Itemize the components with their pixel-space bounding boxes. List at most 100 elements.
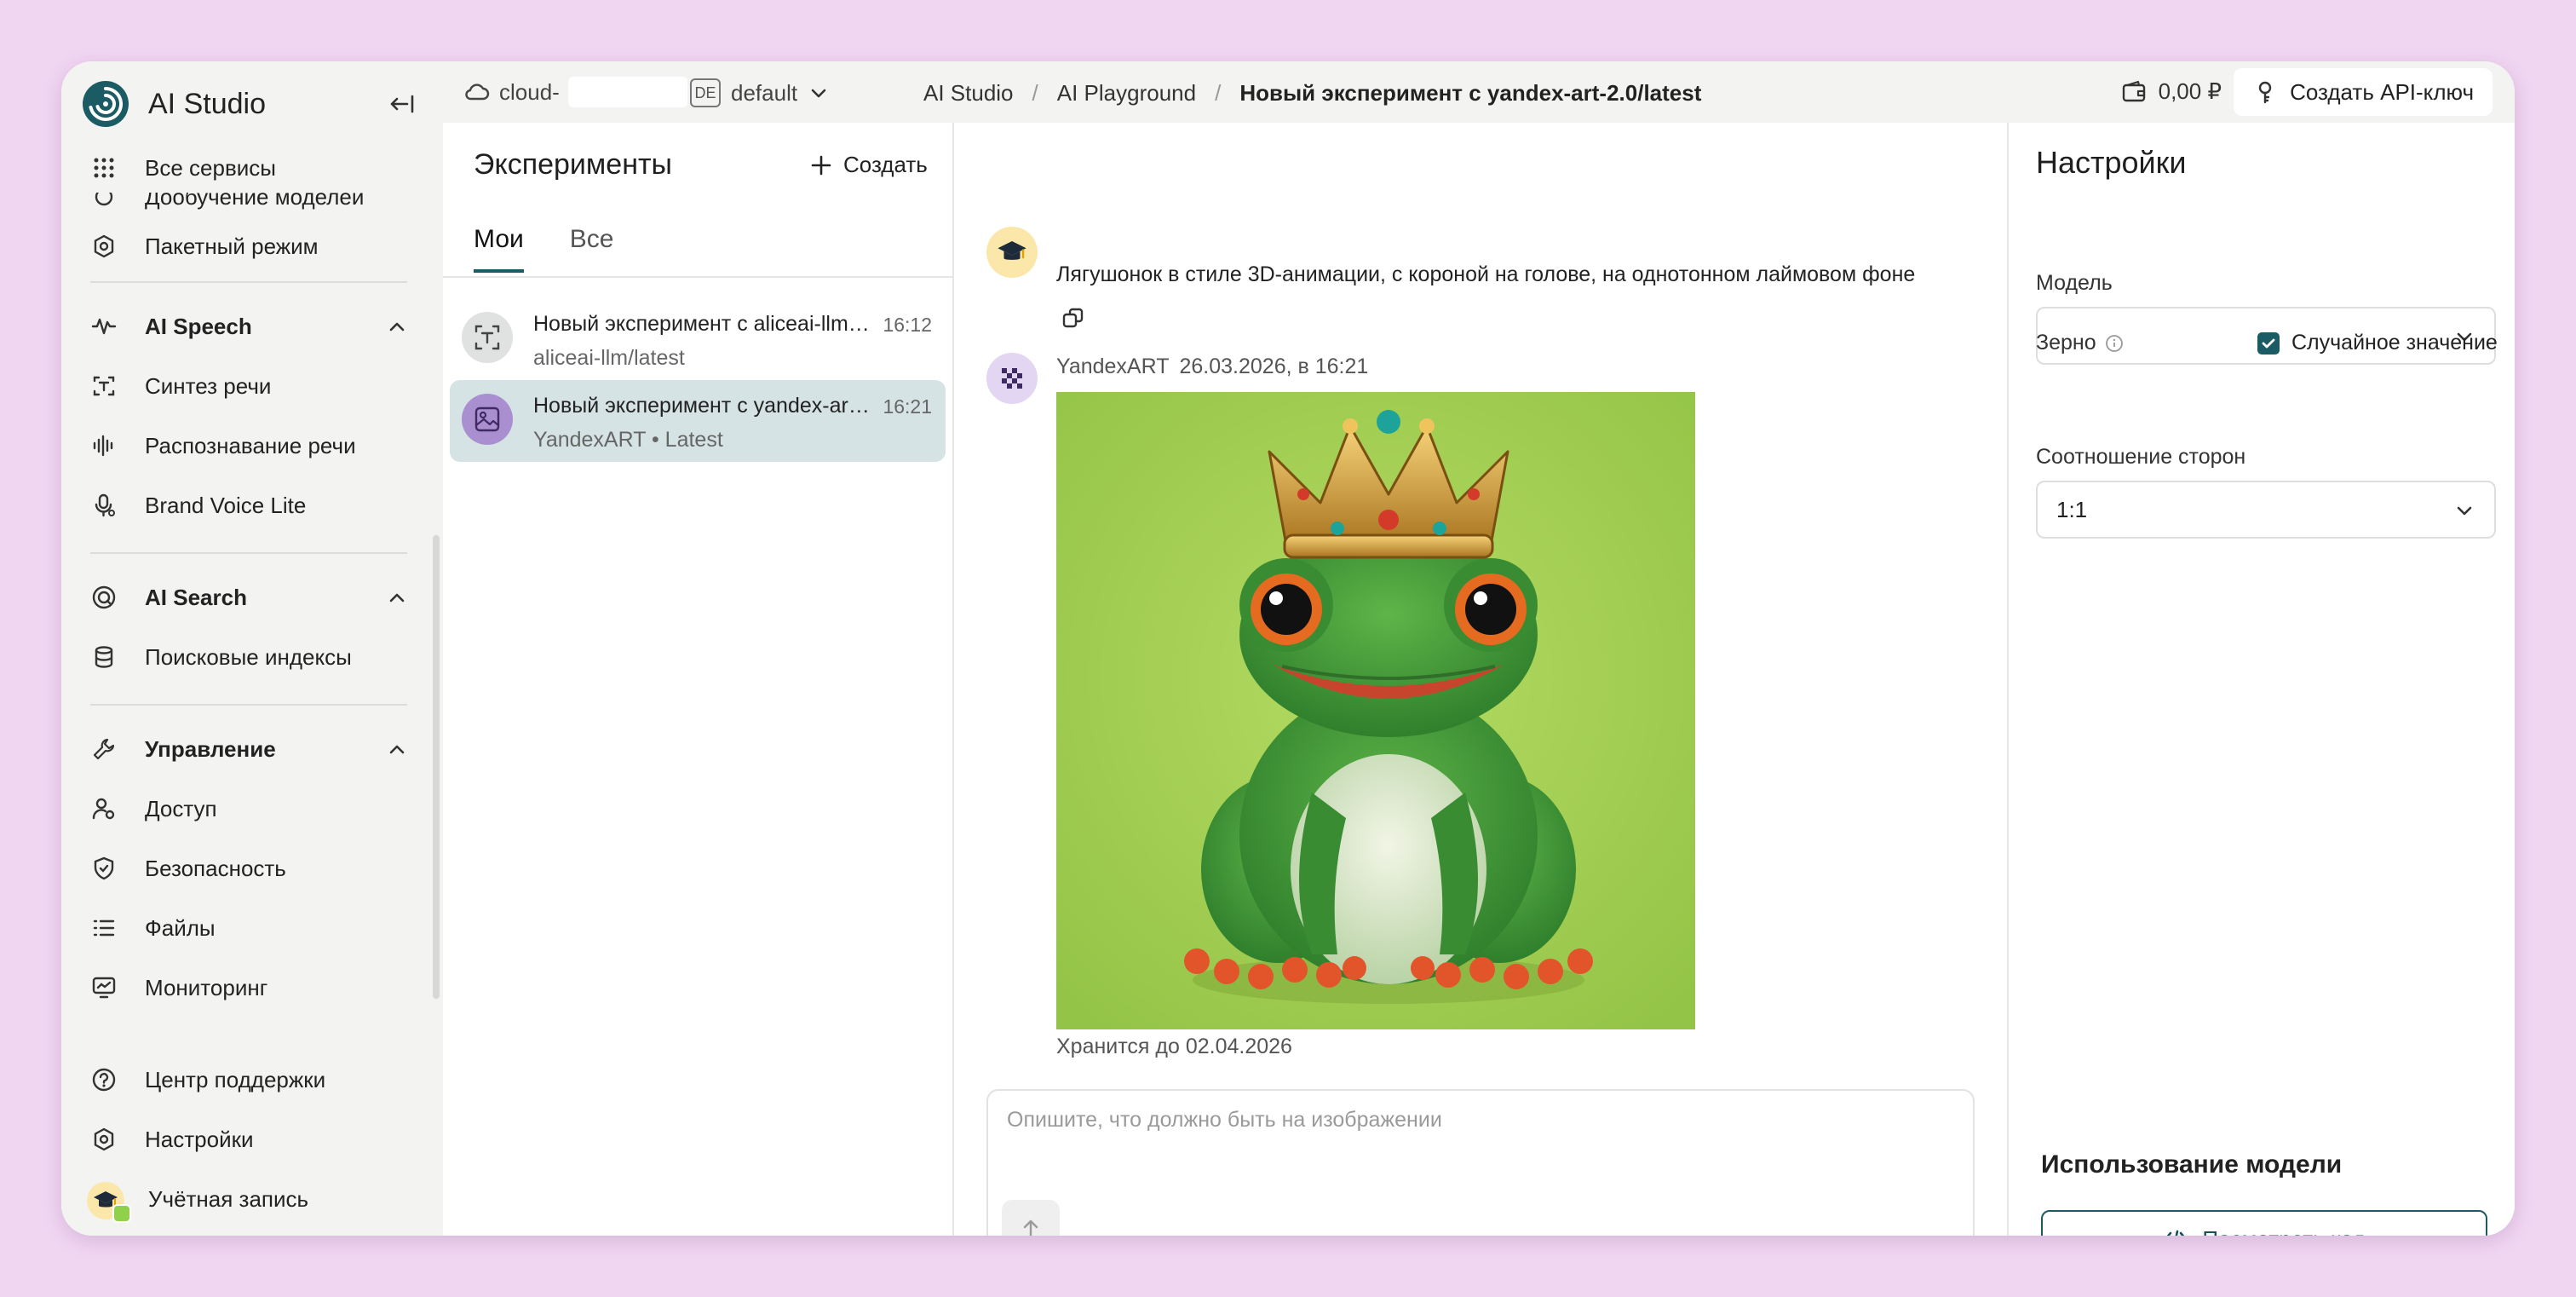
section-label: AI Search (145, 584, 247, 610)
settings-panel: Настройки Модель Зерно Случайное значени… (2007, 123, 2515, 1236)
list-icon (90, 914, 118, 942)
random-seed-checkbox[interactable] (2257, 332, 2280, 355)
sidebar-item-batch[interactable]: Пакетный режим (61, 216, 436, 276)
yandexart-logo-icon (1002, 368, 1022, 389)
random-seed-label[interactable]: Случайное значение (2291, 331, 2498, 355)
chevron-up-icon[interactable] (385, 585, 409, 609)
sidebar-section-ai-speech[interactable]: AI Speech (61, 297, 436, 356)
experiments-title: Эксперименты (474, 148, 672, 181)
api-key-label: Создать API-ключ (2290, 78, 2474, 105)
cloud-selector[interactable]: cloud- (463, 77, 687, 107)
chevron-down-icon (811, 89, 826, 98)
status-badge (112, 1204, 131, 1223)
list-item[interactable]: Новый эксперимент с aliceai-llm/l... ali… (450, 298, 946, 380)
sidebar-item-label: Дообучение моделей (145, 193, 365, 210)
send-button[interactable] (1002, 1200, 1060, 1236)
folder-label: default (731, 79, 798, 106)
database-icon (90, 643, 118, 671)
copy-icon (1062, 308, 1084, 328)
tabs-divider (443, 276, 952, 278)
image-model-icon (462, 394, 513, 445)
microphone-icon (90, 492, 118, 519)
top-bar: cloud- DE default AI Studio / AI Playgro… (443, 61, 2515, 123)
yandexart-avatar (986, 353, 1038, 404)
sidebar-item-settings[interactable]: Настройки (61, 1110, 436, 1169)
sidebar-item-all-services[interactable]: Все сервисы (61, 138, 436, 198)
chat-area: Лягушонок в стиле 3D-анимации, с короной… (954, 123, 2029, 1236)
monitor-chart-icon (90, 974, 118, 1001)
prompt-composer[interactable]: Опишите, что должно быть на изображении (986, 1089, 1975, 1236)
sidebar-item-label: Пакетный режим (145, 233, 319, 259)
text-to-speech-icon (90, 372, 118, 400)
ratio-label: Соотношение сторон (2036, 445, 2246, 469)
bot-name: YandexART (1056, 355, 1170, 378)
breadcrumb-playground[interactable]: AI Playground (1057, 80, 1196, 107)
sidebar-section-ai-search[interactable]: AI Search (61, 568, 436, 627)
graduation-cap-icon (998, 240, 1026, 260)
create-experiment-button[interactable]: Создать (809, 152, 928, 178)
sidebar-item-label: Учётная запись (148, 1185, 309, 1212)
avatar (87, 1182, 131, 1223)
chevron-up-icon[interactable] (385, 314, 409, 338)
cloud-label: cloud- (499, 78, 560, 105)
section-label: AI Speech (145, 313, 252, 339)
breadcrumb: AI Studio / AI Playground / Новый экспер… (923, 80, 1701, 107)
generated-image[interactable] (1056, 392, 1695, 1029)
grid-icon (90, 154, 118, 182)
user-key-icon (90, 795, 118, 822)
sidebar-item-speech-synthesis[interactable]: Синтез речи (61, 356, 436, 416)
collapse-sidebar-button[interactable] (382, 84, 423, 124)
sidebar-item-account[interactable]: Учётная запись (61, 1169, 436, 1229)
breadcrumb-separator: / (1215, 80, 1222, 106)
sidebar-item-label: Доступ (145, 795, 217, 821)
create-api-key-button[interactable]: Создать API-ключ (2234, 68, 2493, 116)
tab-mine[interactable]: Мои (474, 225, 524, 273)
seed-label-text: Зерно (2036, 331, 2096, 355)
sidebar-item-label: Brand Voice Lite (145, 492, 307, 518)
ratio-select[interactable]: 1:1 (2036, 481, 2496, 539)
copy-button[interactable] (1056, 302, 1090, 336)
breadcrumb-separator: / (1032, 80, 1038, 106)
sidebar-divider (90, 552, 407, 554)
experiment-model: YandexART • Latest (533, 428, 723, 452)
sidebar-section-management[interactable]: Управление (61, 719, 436, 779)
sidebar-item-search-indexes[interactable]: Поисковые индексы (61, 627, 436, 687)
sidebar-item-label: Центр поддержки (145, 1066, 326, 1092)
sidebar-scrollbar[interactable] (433, 535, 440, 999)
brand[interactable]: AI Studio (82, 77, 266, 131)
prompt-input-placeholder[interactable]: Опишите, что должно быть на изображении (1007, 1108, 1442, 1133)
folder-selector[interactable]: DE default (690, 78, 830, 107)
seed-label: Зерно (2036, 331, 2124, 355)
list-item[interactable]: Новый эксперимент с yandex-art-... Yande… (450, 380, 946, 462)
sidebar-item-brand-voice[interactable]: Brand Voice Lite (61, 476, 436, 535)
chevron-up-icon[interactable] (385, 737, 409, 761)
sidebar-item-support[interactable]: Центр поддержки (61, 1050, 436, 1110)
user-prompt: Лягушонок в стиле 3D-анимации, с короной… (1056, 262, 1916, 286)
balance[interactable]: 0,00 ₽ (2121, 78, 2222, 105)
user-avatar (986, 227, 1038, 278)
experiments-tabs: Мои Все (474, 225, 613, 273)
stored-until: Хранится до 02.04.2026 (1056, 1035, 1292, 1058)
sidebar-item-access[interactable]: Доступ (61, 779, 436, 839)
sidebar-item-fine-tuning[interactable]: Дообучение моделей (61, 193, 436, 211)
sidebar-item-speech-recognition[interactable]: Распознавание речи (61, 416, 436, 476)
ratio-value: 1:1 (2056, 496, 2088, 522)
tab-all[interactable]: Все (570, 225, 614, 273)
gear-icon (90, 1126, 118, 1153)
sidebar-item-files[interactable]: Файлы (61, 898, 436, 958)
view-code-button[interactable]: Посмотреть код (2041, 1210, 2487, 1236)
breadcrumb-ai-studio[interactable]: AI Studio (923, 80, 1014, 107)
audio-bars-icon (90, 432, 118, 459)
wrench-icon (90, 735, 118, 763)
plus-icon (811, 155, 831, 175)
brand-title: AI Studio (148, 87, 266, 120)
experiment-time: 16:12 (883, 314, 932, 336)
arrow-up-icon (1023, 1219, 1038, 1236)
region-badge: DE (690, 78, 721, 107)
info-icon[interactable] (2105, 334, 2124, 353)
app-window: AI Studio Все сервисы Дообучение моделей… (61, 61, 2515, 1236)
sidebar-item-security[interactable]: Безопасность (61, 839, 436, 898)
model-usage-title: Использование модели (2041, 1150, 2343, 1179)
sidebar-item-monitoring[interactable]: Мониторинг (61, 958, 436, 1017)
experiment-model: aliceai-llm/latest (533, 346, 685, 370)
